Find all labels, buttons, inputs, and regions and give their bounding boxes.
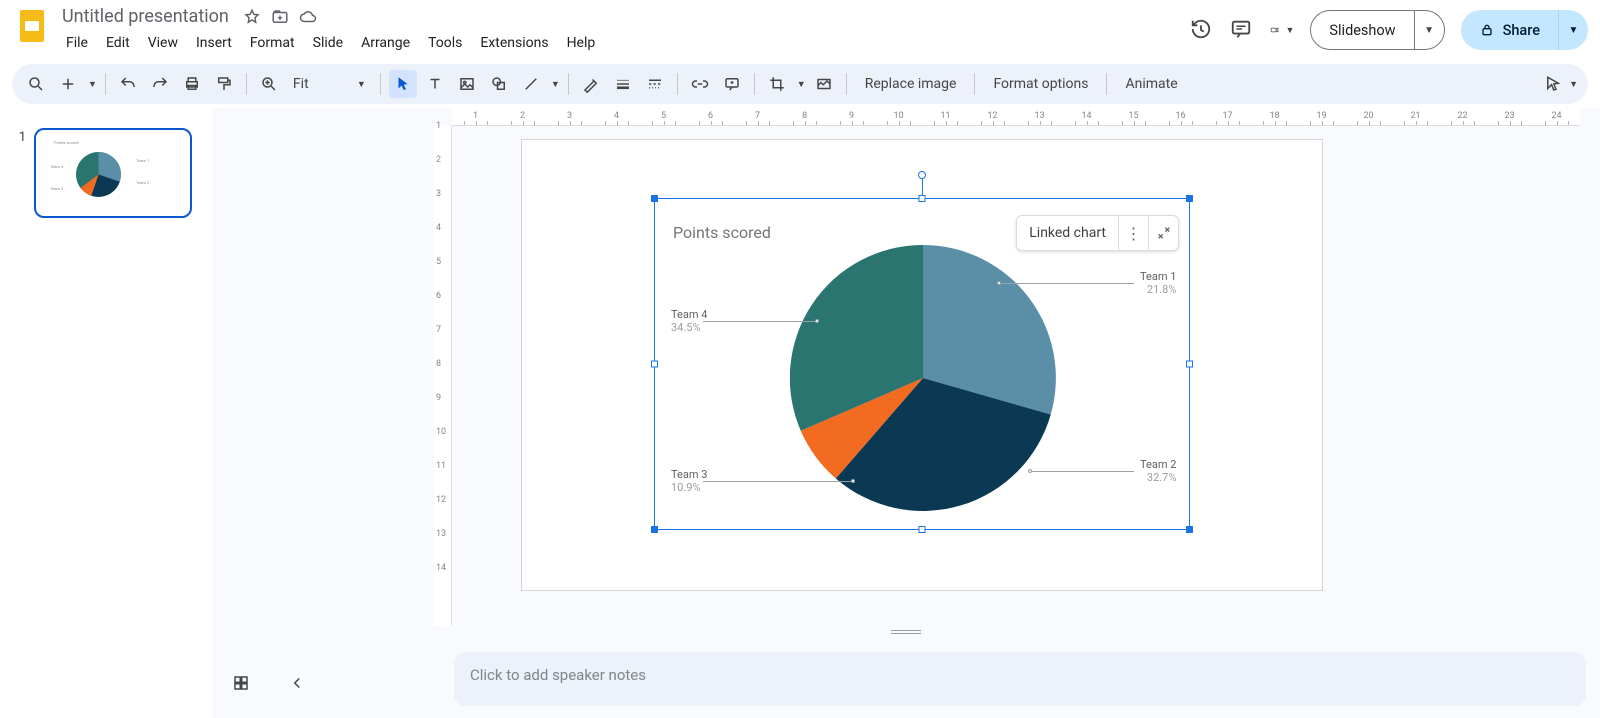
star-icon[interactable] [243, 8, 261, 26]
format-options-button[interactable]: Format options [983, 70, 1098, 98]
select-tool[interactable] [389, 70, 417, 98]
document-title[interactable]: Untitled presentation [58, 4, 233, 29]
pie-chart [790, 245, 1056, 511]
border-dash-tool[interactable] [641, 70, 669, 98]
menu-arrange[interactable]: Arrange [353, 31, 418, 55]
new-slide-button[interactable] [54, 70, 82, 98]
undo-button[interactable] [114, 70, 142, 98]
canvas[interactable]: 1234567891011121314151617181920212223242… [212, 108, 1600, 718]
linked-chart-label[interactable]: Linked chart [1017, 225, 1118, 241]
collapse-filmstrip-icon[interactable] [288, 674, 306, 692]
zoom-in-icon[interactable] [255, 70, 283, 98]
share-button[interactable]: Share ▼ [1461, 10, 1588, 50]
toolbar-pointer-icon[interactable] [1539, 70, 1567, 98]
menu-file[interactable]: File [58, 31, 96, 55]
label-team-3: Team 310.9% [671, 468, 707, 494]
rotate-handle[interactable] [918, 171, 926, 179]
filmstrip: 1 Points scored Team 1 Team 2 Team 4 Tea… [0, 108, 212, 718]
animate-button[interactable]: Animate [1115, 70, 1187, 98]
crop-dropdown[interactable]: ▼ [797, 79, 806, 90]
slide-thumbnail-1[interactable]: Points scored Team 1 Team 2 Team 4 Team … [34, 128, 192, 218]
print-button[interactable] [178, 70, 206, 98]
move-icon[interactable] [271, 8, 289, 26]
ruler-horizontal: 1234567891011121314151617181920212223242… [452, 108, 1580, 126]
grid-view-icon[interactable] [232, 674, 250, 692]
text-box-tool[interactable] [421, 70, 449, 98]
chart-title: Points scored [673, 223, 771, 242]
resize-handle-tr[interactable] [1186, 195, 1193, 202]
meet-button[interactable]: ▼ [1270, 18, 1294, 42]
shape-tool[interactable] [485, 70, 513, 98]
line-tool-dropdown[interactable]: ▼ [551, 79, 560, 90]
slide-number: 1 [12, 128, 26, 708]
slide-canvas[interactable]: Points scored Linked chart ⋮ [522, 140, 1322, 590]
menu-insert[interactable]: Insert [188, 31, 240, 55]
comments-icon[interactable] [1230, 18, 1254, 42]
share-dropdown[interactable]: ▼ [1558, 10, 1588, 50]
unlink-icon[interactable] [1148, 216, 1178, 250]
replace-image-button[interactable]: Replace image [855, 70, 967, 98]
new-slide-dropdown[interactable]: ▼ [88, 79, 97, 90]
resize-handle-tm[interactable] [919, 195, 926, 202]
slideshow-dropdown[interactable]: ▼ [1414, 11, 1444, 49]
comment-tool[interactable] [718, 70, 746, 98]
document-bar: Untitled presentation File Edit View Ins… [0, 0, 1600, 60]
speaker-notes-resize-handle[interactable] [891, 630, 921, 634]
resize-handle-bl[interactable] [651, 526, 658, 533]
resize-handle-tl[interactable] [651, 195, 658, 202]
menu-format[interactable]: Format [242, 31, 303, 55]
redo-button[interactable] [146, 70, 174, 98]
paint-format-button[interactable] [210, 70, 238, 98]
cloud-status-icon[interactable] [299, 8, 317, 26]
reset-image-tool[interactable] [810, 70, 838, 98]
speaker-notes[interactable]: Click to add speaker notes [454, 652, 1586, 706]
resize-handle-ml[interactable] [651, 361, 658, 368]
toolbar: ▼ Fit▼ ▼ ▼ Replace image Format options … [12, 64, 1588, 104]
resize-handle-mr[interactable] [1186, 361, 1193, 368]
label-team-2: Team 232.7% [1140, 458, 1176, 484]
image-tool[interactable] [453, 70, 481, 98]
menu-slide[interactable]: Slide [305, 31, 351, 55]
menu-help[interactable]: Help [559, 31, 604, 55]
border-color-tool[interactable] [577, 70, 605, 98]
link-tool[interactable] [686, 70, 714, 98]
crop-tool[interactable] [763, 70, 791, 98]
selected-chart-object[interactable]: Points scored Linked chart ⋮ [654, 198, 1190, 530]
label-team-1: Team 121.8% [1140, 270, 1176, 296]
border-weight-tool[interactable] [609, 70, 637, 98]
resize-handle-bm[interactable] [919, 526, 926, 533]
menu-bar: File Edit View Insert Format Slide Arran… [58, 31, 603, 55]
zoom-select[interactable]: Fit▼ [287, 76, 372, 92]
resize-handle-br[interactable] [1186, 526, 1193, 533]
toolbar-overflow-dropdown[interactable]: ▼ [1569, 79, 1578, 90]
slideshow-button[interactable]: Slideshow ▼ [1310, 10, 1444, 50]
menu-view[interactable]: View [140, 31, 186, 55]
menu-extensions[interactable]: Extensions [472, 31, 556, 55]
menu-edit[interactable]: Edit [98, 31, 138, 55]
line-tool[interactable] [517, 70, 545, 98]
ruler-vertical: 1234567891011121314 [434, 126, 452, 626]
label-team-4: Team 434.5% [671, 308, 707, 334]
search-icon[interactable] [22, 70, 50, 98]
slides-logo[interactable] [12, 6, 52, 46]
linked-chart-options-icon[interactable]: ⋮ [1118, 216, 1148, 250]
menu-tools[interactable]: Tools [420, 31, 470, 55]
history-icon[interactable] [1190, 18, 1214, 42]
